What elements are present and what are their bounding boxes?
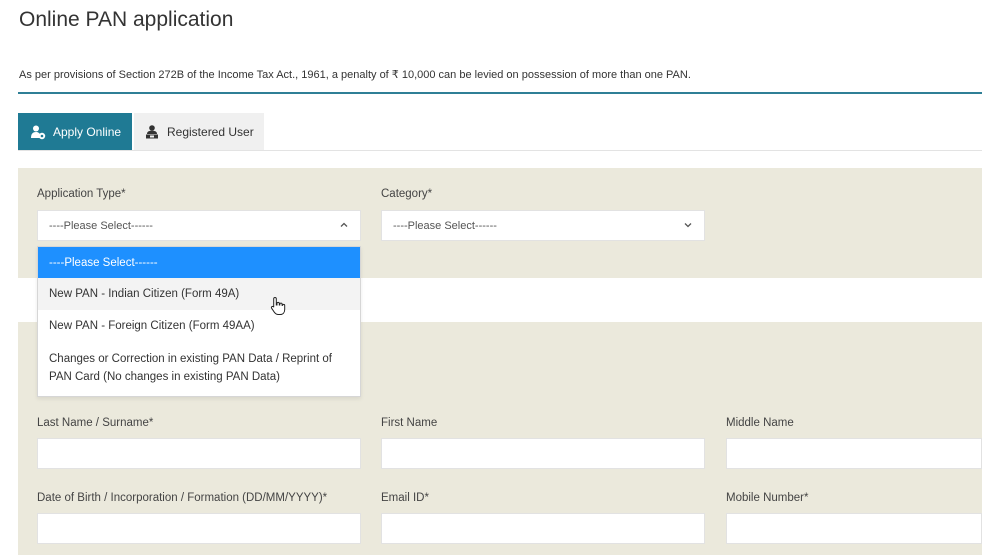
tab-apply-online-label: Apply Online (53, 124, 122, 139)
tab-registered-user-label: Registered User (167, 124, 254, 139)
mobile-input[interactable] (726, 513, 982, 544)
registered-user-icon (144, 124, 160, 140)
dropdown-option-new-pan-indian[interactable]: New PAN - Indian Citizen (Form 49A) (38, 278, 360, 310)
tabs-divider (18, 150, 982, 151)
hand-pointer-icon (270, 296, 286, 316)
header-divider (18, 92, 982, 94)
middle-name-label: Middle Name (726, 417, 794, 429)
last-name-input[interactable] (37, 438, 361, 469)
dropdown-option-placeholder[interactable]: ----Please Select------ (38, 247, 360, 278)
category-label: Category* (381, 188, 433, 200)
category-select[interactable]: ----Please Select------ (381, 210, 705, 241)
chevron-down-icon (683, 220, 693, 230)
category-value: ----Please Select------ (393, 219, 497, 232)
middle-name-input[interactable] (726, 438, 982, 469)
dropdown-option-new-pan-foreign[interactable]: New PAN - Foreign Citizen (Form 49AA) (38, 310, 360, 342)
page-title: Online PAN application (19, 8, 234, 31)
email-label: Email ID* (381, 492, 429, 504)
last-name-label: Last Name / Surname* (37, 417, 154, 429)
application-type-select[interactable]: ----Please Select------ (37, 210, 361, 241)
first-name-input[interactable] (381, 438, 705, 469)
mobile-label: Mobile Number* (726, 492, 809, 504)
email-input[interactable] (381, 513, 705, 544)
dob-input[interactable] (37, 513, 361, 544)
chevron-up-icon (339, 220, 349, 230)
tab-apply-online[interactable]: Apply Online (18, 113, 132, 150)
dropdown-option-changes-correction[interactable]: Changes or Correction in existing PAN Da… (38, 342, 360, 396)
tab-registered-user[interactable]: Registered User (134, 113, 264, 150)
application-type-label: Application Type* (37, 188, 126, 200)
first-name-label: First Name (381, 417, 438, 429)
user-apply-icon (30, 124, 46, 140)
application-type-dropdown: ----Please Select------ New PAN - Indian… (37, 246, 361, 397)
application-type-value: ----Please Select------ (49, 219, 153, 232)
dob-label: Date of Birth / Incorporation / Formatio… (37, 492, 328, 504)
penalty-notice: As per provisions of Section 272B of the… (19, 69, 691, 81)
